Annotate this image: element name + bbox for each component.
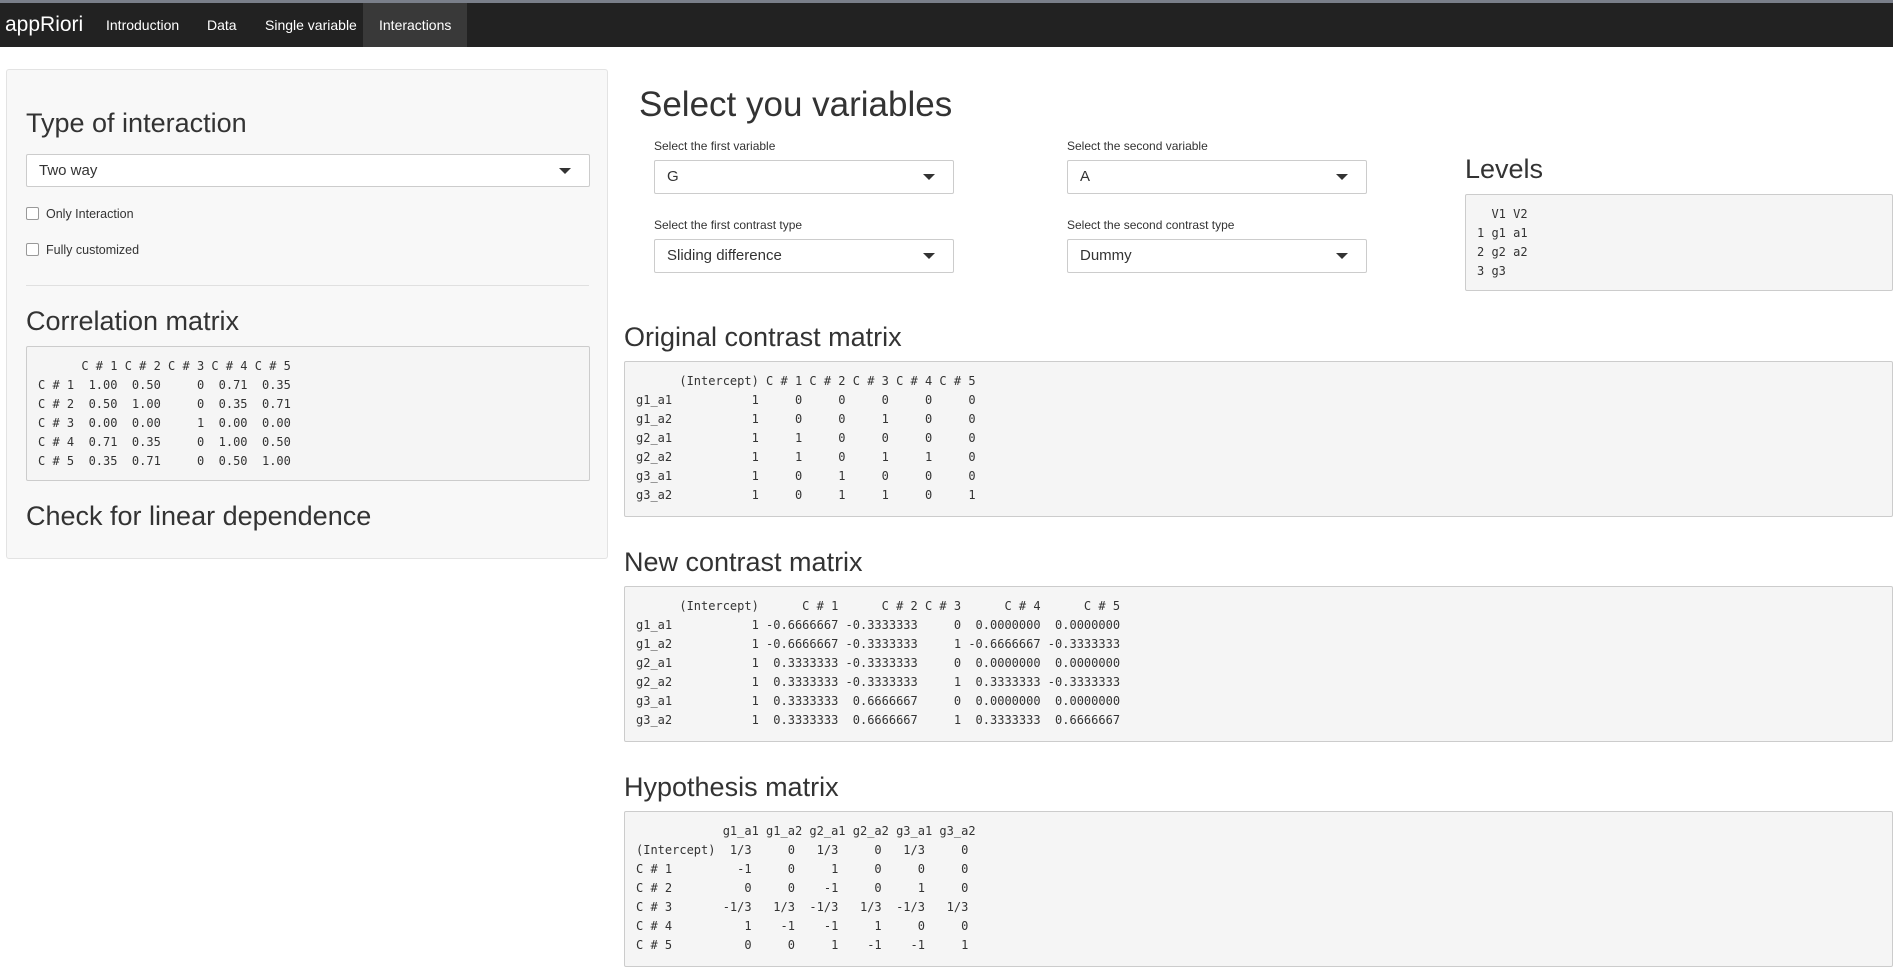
chevron-down-icon bbox=[559, 168, 571, 174]
chevron-down-icon bbox=[1336, 253, 1348, 259]
fully-customized-checkbox-row[interactable]: Fully customized bbox=[26, 242, 139, 258]
second-variable-label: Select the second variable bbox=[1067, 139, 1208, 153]
navbar: appRiori Introduction Data Single variab… bbox=[0, 3, 1893, 47]
hypothesis-output: g1_a1 g1_a2 g2_a1 g2_a2 g3_a1 g3_a2 (Int… bbox=[624, 811, 1893, 967]
second-contrast-value: Dummy bbox=[1080, 247, 1132, 264]
correlation-matrix-heading: Correlation matrix bbox=[26, 306, 240, 336]
page-title: Select you variables bbox=[639, 85, 953, 124]
only-interaction-label: Only Interaction bbox=[46, 207, 134, 221]
nav-introduction[interactable]: Introduction bbox=[90, 3, 195, 47]
second-contrast-select[interactable]: Dummy bbox=[1067, 239, 1367, 273]
new-contrast-heading: New contrast matrix bbox=[624, 547, 863, 577]
second-variable-value: A bbox=[1080, 168, 1091, 185]
sidebar-divider bbox=[26, 285, 589, 286]
chevron-down-icon bbox=[923, 253, 935, 259]
chevron-down-icon bbox=[923, 174, 935, 180]
app-brand[interactable]: appRiori bbox=[5, 3, 83, 47]
first-variable-select[interactable]: G bbox=[654, 160, 954, 194]
levels-heading: Levels bbox=[1465, 154, 1544, 184]
sidebar-panel: Type of interaction Two way Only Interac… bbox=[6, 69, 608, 559]
type-of-interaction-heading: Type of interaction bbox=[26, 108, 247, 138]
linear-dependence-heading: Check for linear dependence bbox=[26, 501, 372, 531]
nav-data[interactable]: Data bbox=[191, 3, 253, 47]
original-contrast-heading: Original contrast matrix bbox=[624, 322, 902, 352]
levels-output: V1 V2 1 g1 a1 2 g2 a2 3 g3 bbox=[1465, 194, 1893, 291]
second-contrast-label: Select the second contrast type bbox=[1067, 218, 1235, 232]
first-variable-label: Select the first variable bbox=[654, 139, 776, 153]
only-interaction-checkbox-row[interactable]: Only Interaction bbox=[26, 206, 134, 222]
only-interaction-checkbox[interactable] bbox=[26, 207, 39, 220]
first-variable-value: G bbox=[667, 168, 679, 185]
correlation-matrix-output: C # 1 C # 2 C # 3 C # 4 C # 5 C # 1 1.00… bbox=[26, 346, 590, 481]
nav-interactions[interactable]: Interactions bbox=[363, 3, 468, 47]
chevron-down-icon bbox=[1336, 174, 1348, 180]
new-contrast-output: (Intercept) C # 1 C # 2 C # 3 C # 4 C # … bbox=[624, 586, 1893, 742]
interaction-type-value: Two way bbox=[39, 162, 98, 179]
first-contrast-select[interactable]: Sliding difference bbox=[654, 239, 954, 273]
second-variable-select[interactable]: A bbox=[1067, 160, 1367, 194]
fully-customized-checkbox[interactable] bbox=[26, 243, 39, 256]
original-contrast-output: (Intercept) C # 1 C # 2 C # 3 C # 4 C # … bbox=[624, 361, 1893, 517]
fully-customized-label: Fully customized bbox=[46, 243, 140, 257]
nav-single-variable[interactable]: Single variable bbox=[249, 3, 373, 47]
first-contrast-label: Select the first contrast type bbox=[654, 218, 803, 232]
interaction-type-select[interactable]: Two way bbox=[26, 154, 590, 187]
first-contrast-value: Sliding difference bbox=[667, 247, 782, 264]
hypothesis-heading: Hypothesis matrix bbox=[624, 772, 839, 802]
